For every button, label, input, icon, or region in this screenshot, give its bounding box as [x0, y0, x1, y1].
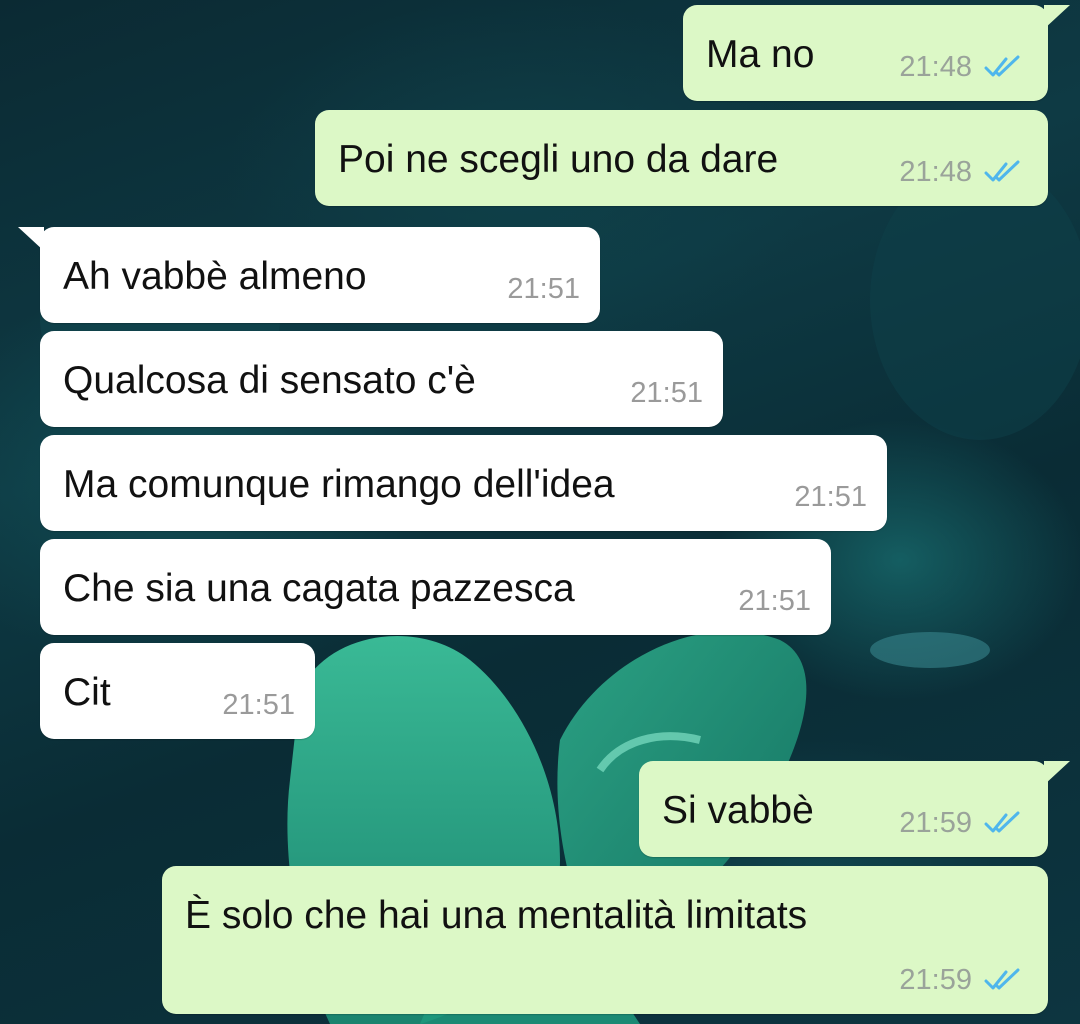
message-text: Che sia una cagata pazzesca — [63, 567, 575, 610]
message-text: Ah vabbè almeno — [63, 255, 367, 298]
message-meta: 21:59 — [899, 807, 1024, 839]
bubble-tail — [1044, 761, 1070, 785]
message-text: Qualcosa di sensato c'è — [63, 359, 476, 402]
message-timestamp: 21:59 — [899, 964, 972, 996]
double-check-read-icon — [984, 968, 1020, 990]
message-bubble-outgoing[interactable]: È solo che hai una mentalità limitats 21… — [162, 866, 1048, 1014]
message-bubble-incoming[interactable]: Qualcosa di sensato c'è 21:51 — [40, 331, 723, 427]
message-text: Cit — [63, 671, 111, 714]
message-bubble-outgoing[interactable]: Ma no 21:48 — [683, 5, 1070, 101]
message-timestamp: 21:59 — [899, 807, 972, 839]
message-bubble-incoming[interactable]: Ma comunque rimango dell'idea 21:51 — [40, 435, 887, 531]
message-meta: 21:48 — [899, 156, 1024, 188]
message-text: Ma comunque rimango dell'idea — [63, 463, 615, 506]
double-check-read-icon — [984, 55, 1020, 77]
bubble-tail — [1044, 5, 1070, 29]
double-check-read-icon — [984, 811, 1020, 833]
message-meta: 21:59 — [899, 964, 1024, 996]
message-bubble-incoming[interactable]: Che sia una cagata pazzesca 21:51 — [40, 539, 831, 635]
message-timestamp: 21:51 — [738, 585, 811, 617]
message-bubble-outgoing[interactable]: Si vabbè 21:59 — [639, 761, 1070, 857]
message-timestamp: 21:51 — [222, 689, 295, 721]
message-bubble-incoming[interactable]: Ah vabbè almeno 21:51 — [18, 227, 600, 323]
message-meta: 21:51 — [222, 689, 295, 721]
double-check-read-icon — [984, 160, 1020, 182]
message-text: Poi ne scegli uno da dare — [338, 138, 779, 181]
message-timestamp: 21:51 — [630, 377, 703, 409]
message-bubble-outgoing[interactable]: Poi ne scegli uno da dare 21:48 — [315, 110, 1048, 206]
message-timestamp: 21:48 — [899, 156, 972, 188]
bubble-tail — [18, 227, 44, 251]
message-meta: 21:51 — [738, 585, 811, 617]
message-meta: 21:51 — [630, 377, 703, 409]
message-text: Si vabbè — [662, 789, 814, 832]
message-timestamp: 21:48 — [899, 51, 972, 83]
message-timestamp: 21:51 — [507, 273, 580, 305]
message-meta: 21:51 — [507, 273, 580, 305]
message-text: È solo che hai una mentalità limitats — [185, 894, 808, 937]
message-meta: 21:51 — [794, 481, 867, 513]
message-timestamp: 21:51 — [794, 481, 867, 513]
message-meta: 21:48 — [899, 51, 1024, 83]
message-bubble-incoming[interactable]: Cit 21:51 — [40, 643, 315, 739]
message-text: Ma no — [706, 33, 815, 76]
